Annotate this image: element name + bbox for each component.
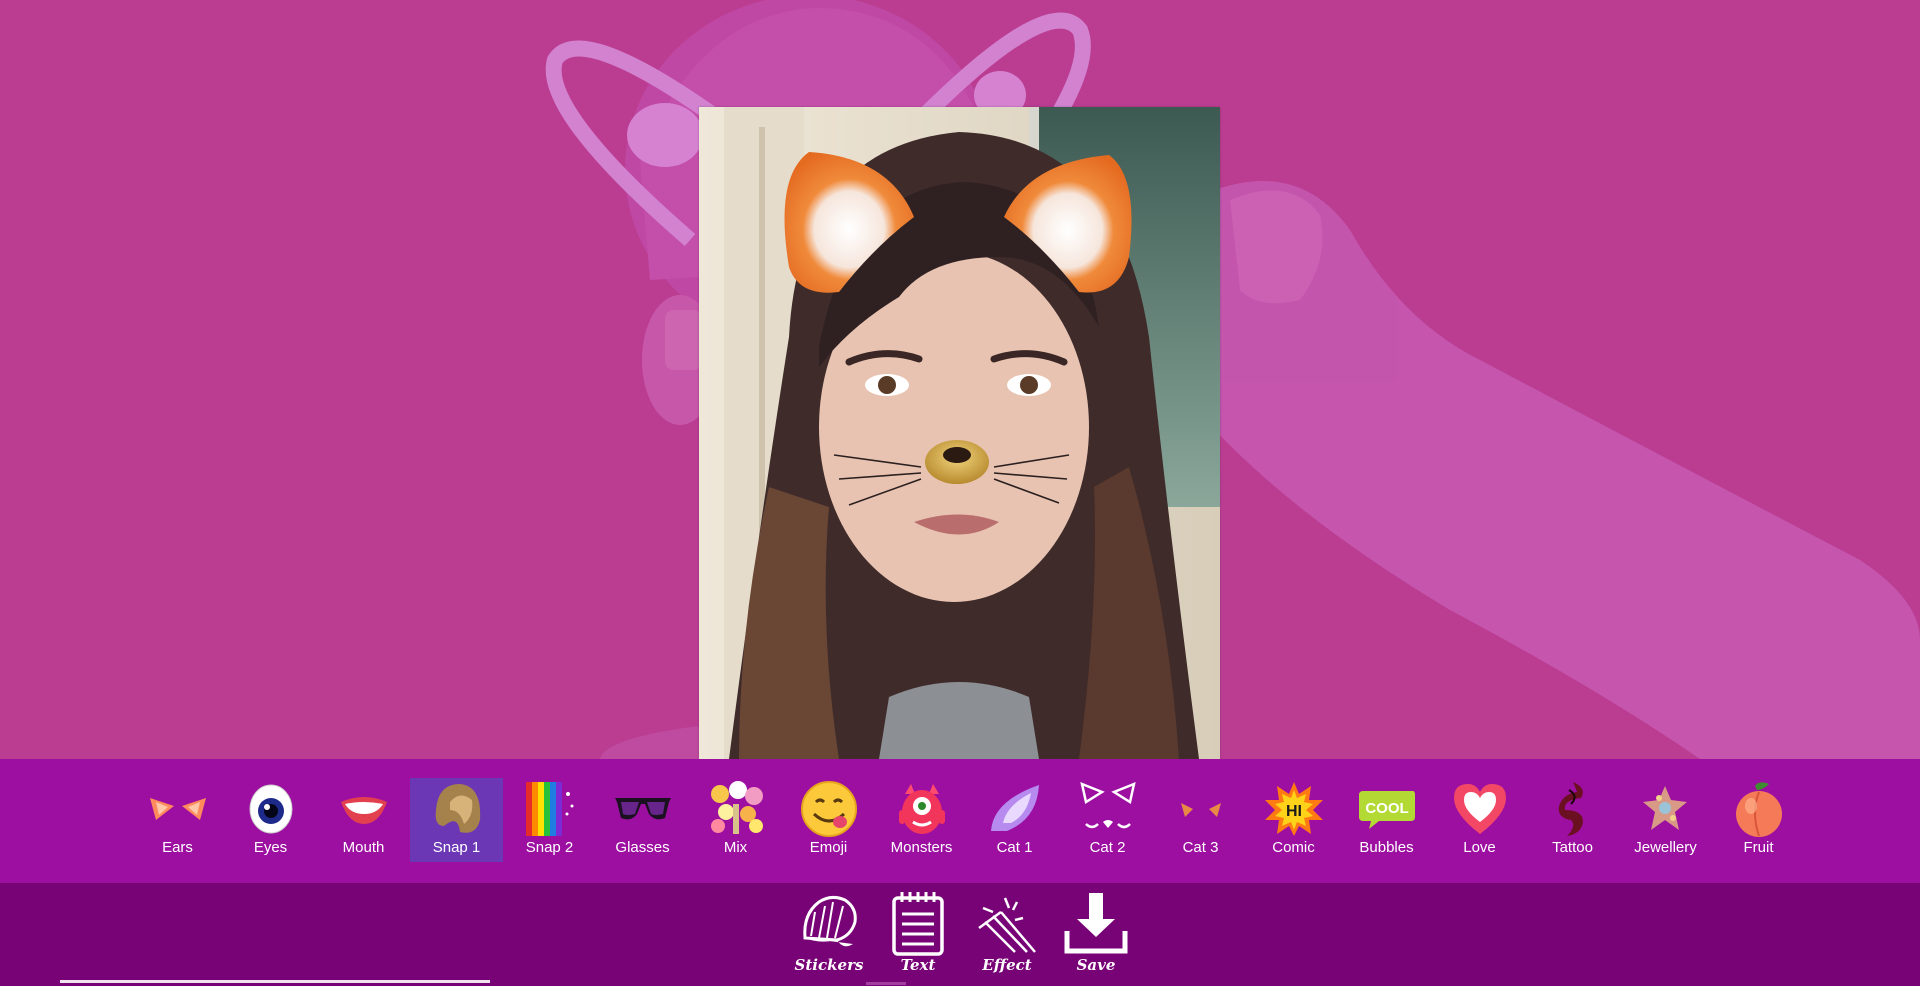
save-button[interactable]: Save [1056,889,1136,974]
stickers-label: Stickers [794,956,864,974]
sticker-category-label: Cat 1 [996,839,1033,856]
sticker-category-tattoo[interactable]: Tattoo [1526,778,1619,862]
sticker-badge-text: HI [1286,803,1302,820]
action-toolbar: Stickers Text Effect Save [0,883,1920,986]
sticker-category-glasses[interactable]: Glasses [596,778,689,862]
sticker-category-label: Snap 1 [432,839,481,856]
purple-ear-icon [982,780,1048,838]
text-button[interactable]: Text [878,889,958,974]
sticker-category-ears[interactable]: Ears [131,778,224,862]
sticker-category-list: Ears Eyes Mouth Snap 1 Snap 2 Glasses Mix Emoji… [131,778,1805,862]
sticker-category-label: Ears [162,839,193,856]
peach-icon [1726,780,1792,838]
sticker-category-label: Tattoo [1552,839,1593,856]
selfie-photo[interactable] [699,107,1220,759]
sticker-category-label: Emoji [809,839,848,856]
sticker-category-label: Comic [1272,839,1315,856]
flower-crown-icon [703,780,769,838]
sticker-shell-icon [794,889,864,957]
sticker-category-label: Mix [723,839,748,856]
sticker-category-emoji[interactable]: Emoji [782,778,875,862]
sticker-category-eyes[interactable]: Eyes [224,778,317,862]
sticker-category-label: Snap 2 [525,839,574,856]
sticker-category-jewellery[interactable]: Jewellery [1619,778,1712,862]
dragon-tattoo-icon [1540,780,1606,838]
sticker-category-label: Bubbles [1359,839,1414,856]
cat-ears-icon [145,780,211,838]
sticker-category-cat2[interactable]: Cat 2 [1061,778,1154,862]
sticker-category-label: Mouth [342,839,385,856]
sticker-category-comic[interactable]: HI Comic [1247,778,1340,862]
sticker-category-label: Love [1463,839,1496,856]
rainbow-icon [517,780,583,838]
sticker-category-fruit[interactable]: Fruit [1712,778,1805,862]
sticker-category-mouth[interactable]: Mouth [317,778,410,862]
sunglasses-icon [610,780,676,838]
cool-bubble-icon: COOL [1354,780,1420,838]
effect-label: Effect [982,956,1032,974]
sticker-category-label: Monsters [890,839,953,856]
cat-outline-icon [1075,780,1141,838]
action-list: Stickers Text Effect Save [789,889,1136,974]
heart-icon [1447,780,1513,838]
text-label: Text [900,956,936,974]
sticker-category-monsters[interactable]: Monsters [875,778,968,862]
small-cat-ears-icon [1168,780,1234,838]
dog-ear-icon [424,780,490,838]
sticker-category-cat1[interactable]: Cat 1 [968,778,1061,862]
editor-canvas [0,0,1920,759]
sticker-category-snap1[interactable]: Snap 1 [410,778,503,862]
eyeball-icon [238,780,304,838]
notepad-icon [883,889,953,957]
sticker-category-label: Eyes [253,839,288,856]
stickers-button[interactable]: Stickers [789,889,869,974]
save-label: Save [1076,956,1116,974]
sticker-category-bar: Ears Eyes Mouth Snap 1 Snap 2 Glasses Mix Emoji… [0,759,1920,883]
yum-emoji-icon [796,780,862,838]
monster-icon [889,780,955,838]
download-icon [1061,889,1131,957]
sticker-category-label: Fruit [1743,839,1774,856]
sticker-badge-text: COOL [1365,800,1408,817]
photo-image [699,107,1220,759]
sticker-category-mix[interactable]: Mix [689,778,782,862]
scroll-indicator [60,980,490,983]
page-indicator [866,982,906,985]
brooch-icon [1633,780,1699,838]
smiling-lips-icon [331,780,397,838]
sticker-category-snap2[interactable]: Snap 2 [503,778,596,862]
sticker-category-label: Glasses [615,839,670,856]
sticker-category-label: Cat 3 [1182,839,1219,856]
sticker-category-label: Cat 2 [1089,839,1126,856]
sticker-category-cat3[interactable]: Cat 3 [1154,778,1247,862]
sticker-category-label: Jewellery [1634,839,1697,856]
sticker-category-bubbles[interactable]: COOL Bubbles [1340,778,1433,862]
sticker-category-love[interactable]: Love [1433,778,1526,862]
magic-wand-icon [972,889,1042,957]
comic-hi-icon: HI [1261,780,1327,838]
effect-button[interactable]: Effect [967,889,1047,974]
